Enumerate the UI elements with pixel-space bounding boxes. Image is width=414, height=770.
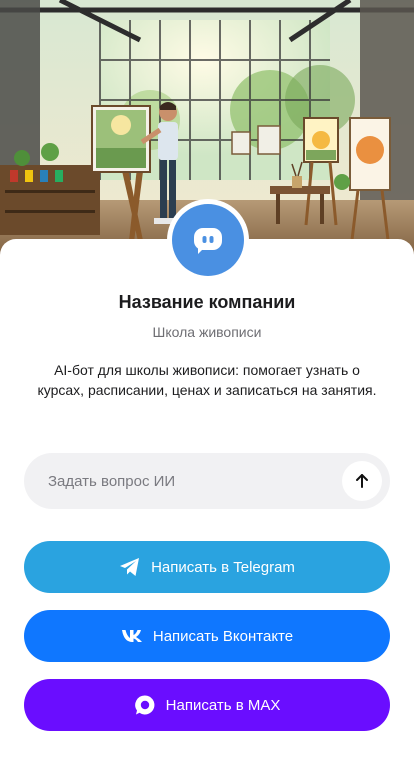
chat-bot-icon: [194, 228, 222, 254]
company-name: Название компании: [118, 292, 296, 312]
vk-button-label: Написать Вконтакте: [152, 627, 294, 645]
vk-button[interactable]: Написать Вконтакте: [24, 610, 390, 662]
max-icon: [134, 694, 156, 716]
telegram-button[interactable]: Написать в Telegram: [24, 541, 390, 593]
send-button[interactable]: [342, 461, 382, 501]
arrow-up-icon: [356, 474, 368, 488]
max-button-label: Написать в MAX: [165, 696, 281, 714]
ask-ai-input[interactable]: [48, 453, 348, 509]
max-button[interactable]: Написать в MAX: [24, 679, 390, 731]
avatar: [172, 204, 244, 276]
company-description: AI-бот для школы живописи: помогает узна…: [37, 362, 377, 398]
ask-ai-bar: [24, 453, 390, 509]
company-category: Школа живописи: [152, 324, 262, 340]
telegram-button-label: Написать в Telegram: [151, 558, 295, 576]
telegram-icon: [119, 557, 141, 577]
vk-icon: [121, 629, 143, 643]
avatar-frame: [167, 199, 249, 281]
